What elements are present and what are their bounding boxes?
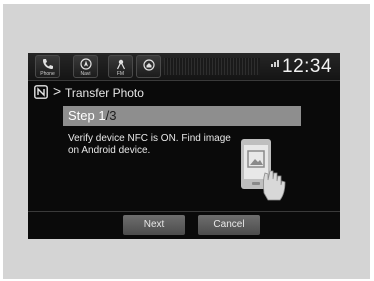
phone-label: Phone <box>40 71 55 77</box>
fm-button[interactable]: FM <box>108 55 133 78</box>
signal-icon <box>271 60 279 67</box>
status-bar: Phone Navi FM 12:34 <box>28 53 340 81</box>
step-indicator: Step 1/3 <box>63 106 301 126</box>
home-button[interactable] <box>136 55 161 78</box>
phone-button[interactable]: Phone <box>35 55 60 78</box>
page-title: Transfer Photo <box>65 86 144 100</box>
home-icon <box>143 59 155 71</box>
cancel-button[interactable]: Cancel <box>198 215 260 235</box>
step-current: Step 1 <box>68 108 106 123</box>
instruction-text: Verify device NFC is ON. Find image on A… <box>68 133 231 156</box>
navi-icon <box>80 58 92 70</box>
fm-icon <box>116 59 126 70</box>
head-unit-screen: Phone Navi FM 12:34 > Transfer Photo Ste… <box>28 53 340 239</box>
phone-icon <box>43 59 53 69</box>
nfc-icon <box>34 85 48 99</box>
clock: 12:34 <box>282 56 333 77</box>
fm-label: FM <box>116 71 125 77</box>
step-text: Step 1/3 <box>68 108 116 123</box>
navi-label: Navi <box>80 71 91 77</box>
breadcrumb-separator: > <box>53 83 62 99</box>
step-total: /3 <box>105 108 117 123</box>
footer-divider <box>28 211 340 212</box>
navi-button[interactable]: Navi <box>73 55 98 78</box>
status-bar-grille <box>164 58 260 75</box>
title-bar: > Transfer Photo <box>28 83 340 103</box>
next-button[interactable]: Next <box>123 215 185 235</box>
phone-hand-icon <box>241 139 286 201</box>
